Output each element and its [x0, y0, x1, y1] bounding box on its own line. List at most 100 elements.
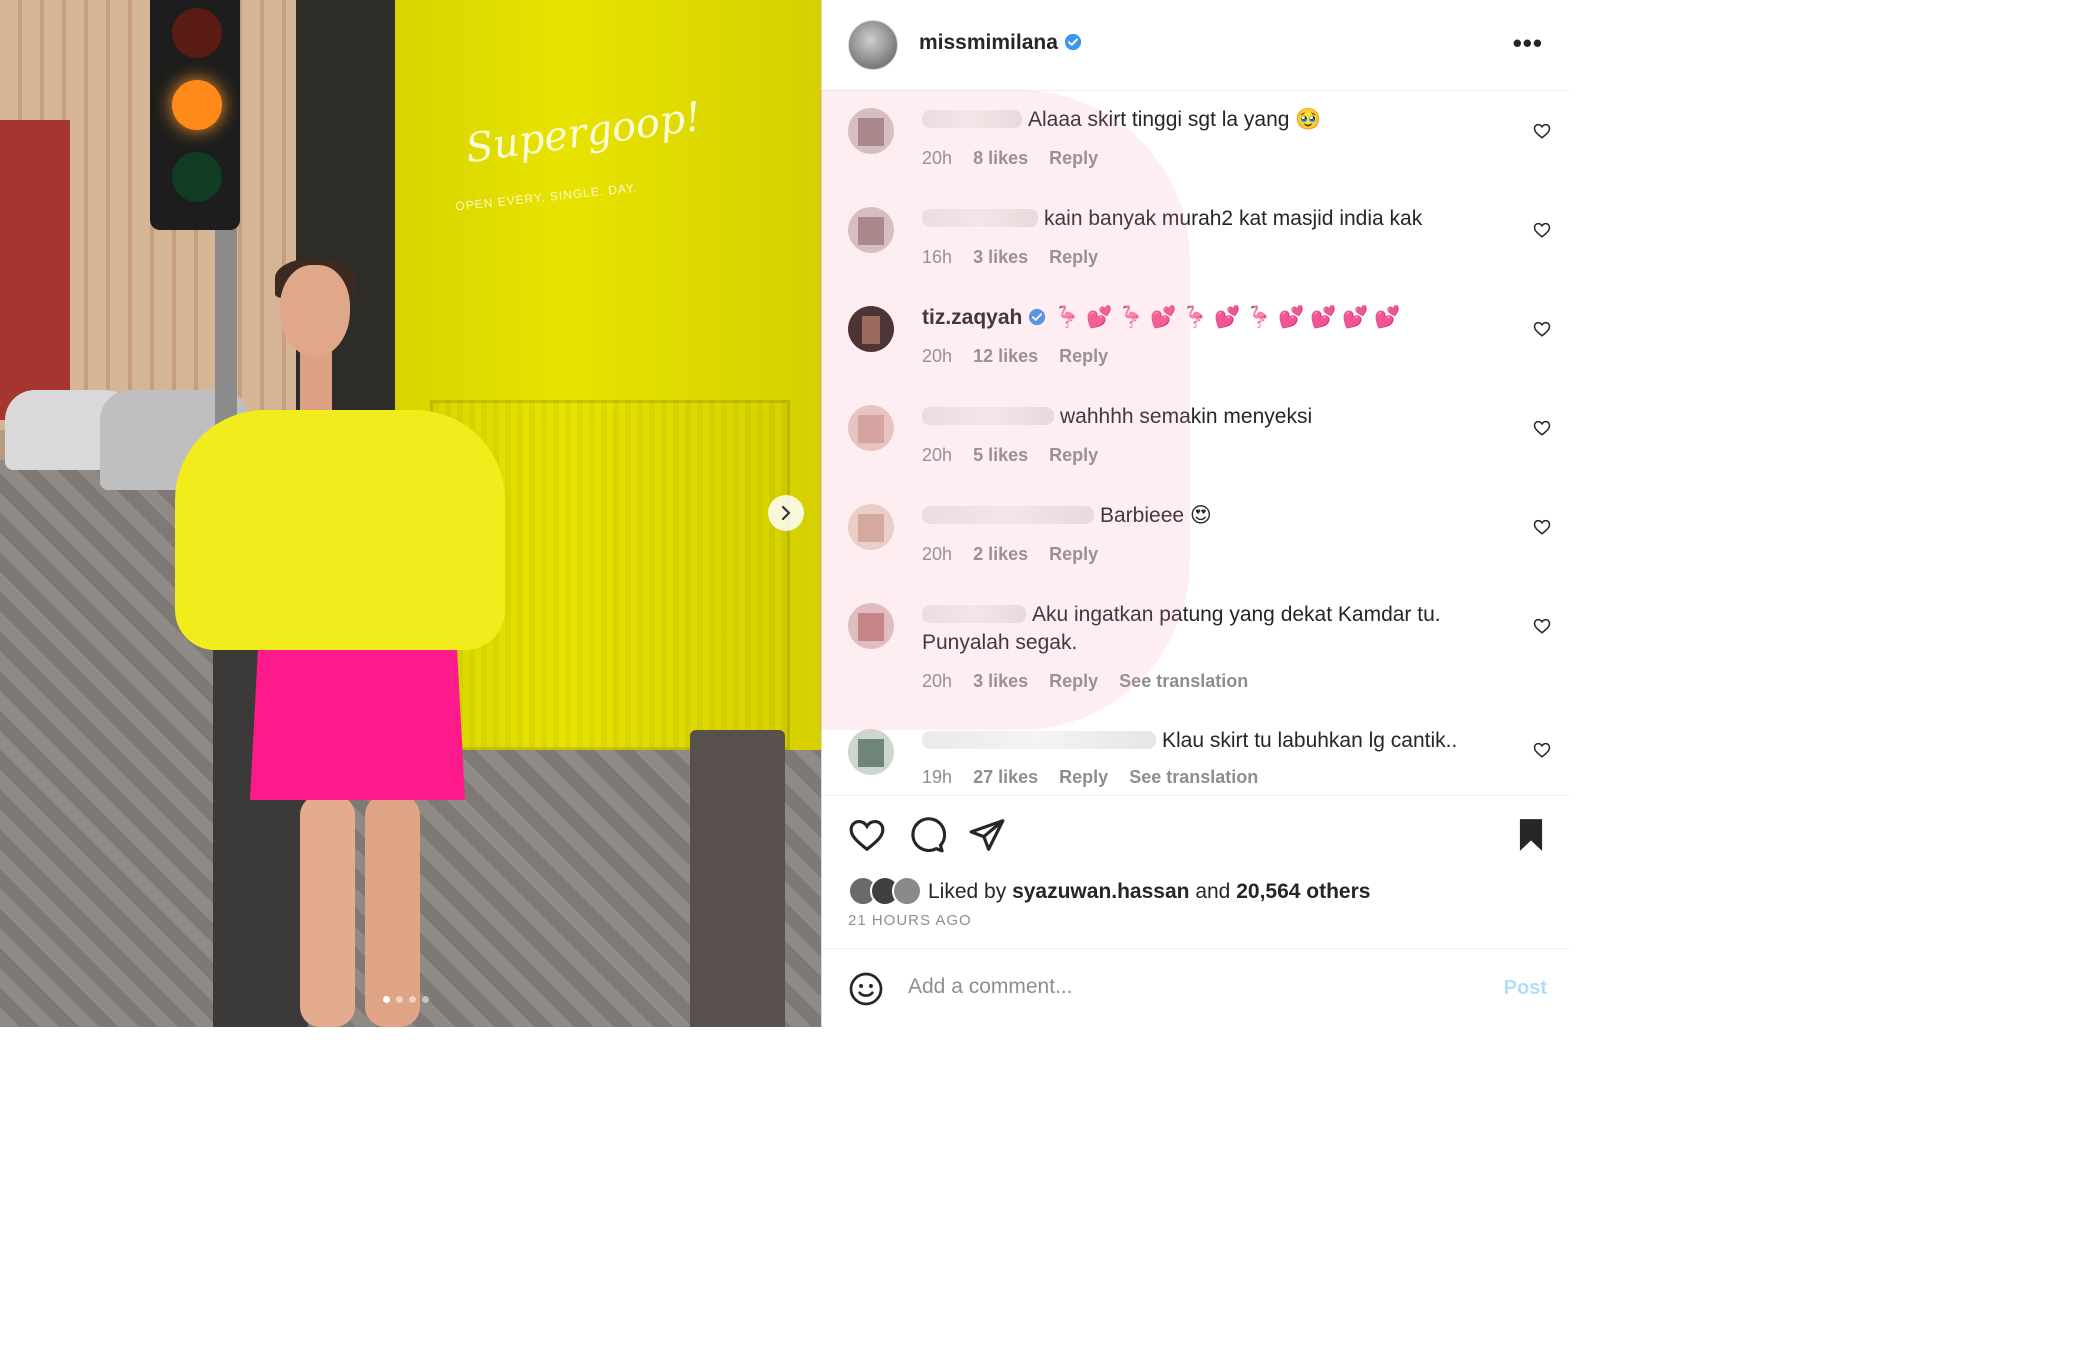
avatar-blur [858, 217, 884, 245]
blurred-username [922, 110, 1022, 128]
liked-by-and: and [1195, 880, 1231, 903]
comment-content: Klau skirt tu labuhkan lg cantik.. [1162, 729, 1458, 752]
comment-time[interactable]: 20h [922, 544, 952, 564]
post-photo[interactable]: Supergoop! OPEN EVERY. SINGLE. DAY. [0, 0, 821, 1027]
traffic-light [150, 0, 240, 230]
avatar [892, 876, 922, 906]
reply-button[interactable]: Reply [1059, 346, 1108, 366]
comment-like-heart-icon[interactable] [1533, 221, 1551, 239]
avatar-blur [858, 739, 884, 767]
reply-button[interactable]: Reply [1049, 148, 1098, 168]
comment-like-heart-icon[interactable] [1533, 741, 1551, 759]
avatar[interactable] [848, 504, 894, 550]
liked-by-prefix: Liked by [928, 880, 1007, 903]
comment-time[interactable]: 16h [922, 247, 952, 267]
next-slide-button[interactable] [768, 495, 804, 531]
avatar[interactable] [848, 729, 894, 775]
comment-like-heart-icon[interactable] [1533, 122, 1551, 140]
avatar[interactable] [848, 405, 894, 451]
reply-button[interactable]: Reply [1049, 247, 1098, 267]
avatar[interactable] [848, 20, 898, 70]
comment-like-heart-icon[interactable] [1533, 320, 1551, 338]
comment-likes[interactable]: 2 likes [973, 544, 1028, 564]
background-shophouse [0, 120, 70, 420]
liker-username[interactable]: syazuwan.hassan [1012, 880, 1189, 903]
yellow-sweater [175, 410, 505, 650]
comment-content: kain banyak murah2 kat masjid india kak [1044, 207, 1423, 230]
person-leg [300, 795, 355, 1027]
more-options-icon[interactable]: ••• [1513, 28, 1543, 59]
post-comment-button[interactable]: Post [1504, 977, 1547, 1000]
comment-time[interactable]: 20h [922, 148, 952, 168]
person-leg [365, 795, 420, 1027]
comment-content: Barbieee 😍 [1100, 504, 1212, 527]
comments-list[interactable]: Alaaa skirt tinggi sgt la yang 🥹 20h 8 l… [822, 92, 1569, 794]
comment-likes[interactable]: 27 likes [973, 767, 1038, 787]
avatar[interactable] [848, 207, 894, 253]
green-lamp [172, 152, 222, 202]
avatar-blur [858, 415, 884, 443]
comment-time[interactable]: 20h [922, 346, 952, 366]
comment-like-heart-icon[interactable] [1533, 518, 1551, 536]
blurred-username [922, 506, 1094, 524]
comment-meta: 20h 2 likes Reply [922, 544, 1114, 565]
reply-button[interactable]: Reply [1049, 671, 1098, 691]
post-actions: Liked by syazuwan.hassan and 20,564 othe… [822, 795, 1569, 948]
comment-text: tiz.zaqyah 🦩 💕 🦩 💕 🦩 💕 🦩 💕 💕 💕 💕 [922, 304, 1482, 332]
carousel-dot [396, 996, 403, 1003]
person-face [280, 265, 350, 357]
verified-badge-icon [1064, 33, 1082, 51]
comment-time[interactable]: 19h [922, 767, 952, 787]
comment-like-heart-icon[interactable] [1533, 617, 1551, 635]
comment-likes[interactable]: 5 likes [973, 445, 1028, 465]
avatar-face [862, 316, 880, 344]
comment-time[interactable]: 20h [922, 671, 952, 691]
username-link[interactable]: missmimilana [919, 31, 1058, 54]
add-comment-bar: Add a comment... Post [822, 948, 1569, 1028]
comment-username[interactable]: tiz.zaqyah [922, 306, 1022, 329]
emoji-icon[interactable] [848, 971, 884, 1007]
blurred-username [922, 209, 1038, 227]
comment-content: Alaaa skirt tinggi sgt la yang 🥹 [1028, 108, 1322, 131]
blurred-username [922, 605, 1026, 623]
comment-likes[interactable]: 8 likes [973, 148, 1028, 168]
comment-text: wahhhh semakin menyeksi [922, 403, 1482, 431]
comment-likes[interactable]: 3 likes [973, 247, 1028, 267]
comment-meta: 20h 5 likes Reply [922, 445, 1114, 466]
verified-badge-icon [1029, 308, 1046, 326]
comment-input[interactable]: Add a comment... [908, 975, 1073, 999]
reply-button[interactable]: Reply [1049, 445, 1098, 465]
see-translation-link[interactable]: See translation [1119, 671, 1248, 691]
avatar-blur [858, 118, 884, 146]
carousel-dot [422, 996, 429, 1003]
avatar[interactable] [848, 306, 894, 352]
post-timestamp[interactable]: 21 HOURS AGO [848, 912, 972, 929]
bookmark-save-icon[interactable] [1512, 816, 1550, 854]
comment-text: Alaaa skirt tinggi sgt la yang 🥹 [922, 106, 1482, 134]
post-author: missmimilana [919, 31, 1082, 55]
post-side-panel: missmimilana ••• Alaaa skirt tinggi sgt … [821, 0, 1569, 1028]
comment-likes[interactable]: 3 likes [973, 671, 1028, 691]
comment-time[interactable]: 20h [922, 445, 952, 465]
comment-likes[interactable]: 12 likes [973, 346, 1038, 366]
blurred-username [922, 407, 1054, 425]
share-send-icon[interactable] [968, 816, 1006, 854]
likes-count[interactable]: 20,564 others [1236, 880, 1370, 903]
carousel-dot [409, 996, 416, 1003]
avatar[interactable] [848, 108, 894, 154]
like-heart-icon[interactable] [848, 816, 886, 854]
avatar[interactable] [848, 603, 894, 649]
see-translation-link[interactable]: See translation [1129, 767, 1258, 787]
reply-button[interactable]: Reply [1049, 544, 1098, 564]
comment-bubble-icon[interactable] [908, 816, 946, 854]
comment-text: Aku ingatkan patung yang dekat Kamdar tu… [922, 601, 1482, 657]
comment-text: Klau skirt tu labuhkan lg cantik.. [922, 727, 1482, 755]
reply-button[interactable]: Reply [1059, 767, 1108, 787]
red-lamp [172, 8, 222, 58]
avatar-blur [858, 514, 884, 542]
comment-meta: 19h 27 likes Reply See translation [922, 767, 1274, 788]
comment-like-heart-icon[interactable] [1533, 419, 1551, 437]
liked-by-text: Liked by syazuwan.hassan and 20,564 othe… [928, 880, 1370, 904]
liked-by-avatars [848, 876, 922, 906]
amber-lamp [172, 80, 222, 130]
